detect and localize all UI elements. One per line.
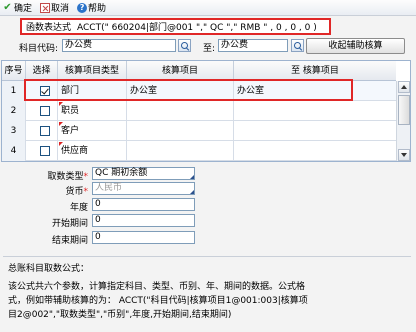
- scroll-down-icon[interactable]: [398, 149, 410, 161]
- table-row[interactable]: 4 供应商: [2, 141, 396, 161]
- row-no: 4: [2, 141, 26, 161]
- row-type: 职员: [58, 101, 127, 121]
- fetch-type-input[interactable]: QC 期初余额: [92, 167, 195, 180]
- header-no: 序号: [2, 61, 26, 81]
- currency-label: 货币*: [65, 187, 88, 197]
- grid-header: 序号 选择 核算项目类型 核算项目 至 核算项目: [2, 61, 396, 81]
- row-item[interactable]: 办公室: [127, 81, 234, 101]
- subject-code-row: 科目代码: 办公费 至: 办公费 收起辅助核算: [0, 37, 416, 55]
- grid-scrollbar[interactable]: [396, 81, 410, 161]
- formula-label: 函数表达式: [26, 23, 72, 33]
- table-row[interactable]: 1 部门 办公室 办公室: [2, 81, 396, 101]
- end-period-label: 结束期间: [51, 236, 88, 246]
- year-label: 年度: [69, 203, 88, 213]
- start-period-label: 开始期间: [51, 219, 88, 229]
- divider: [3, 256, 411, 257]
- currency-input[interactable]: 人民币: [92, 182, 195, 195]
- end-period-input[interactable]: 0: [92, 231, 195, 244]
- auxiliary-items-grid: 序号 选择 核算项目类型 核算项目 至 核算项目 1 部门 办公室 办公室 2 …: [1, 60, 411, 162]
- subject-from-lookup-icon[interactable]: [178, 39, 191, 52]
- toolbar: ✔ 确定 取消 ? 帮助: [0, 0, 416, 16]
- checkmark-icon: ✔: [3, 2, 12, 13]
- row-type: 部门: [58, 81, 127, 101]
- help-label: 帮助: [88, 4, 107, 14]
- confirm-button[interactable]: ✔ 确定: [2, 1, 32, 15]
- row-item[interactable]: [127, 101, 234, 121]
- row-item[interactable]: [127, 141, 234, 161]
- row-checkbox[interactable]: [40, 126, 50, 136]
- row-to-item[interactable]: [234, 101, 396, 121]
- subject-to-lookup-icon[interactable]: [291, 39, 304, 52]
- row-type: 供应商: [58, 141, 127, 161]
- cancel-icon: [40, 2, 51, 13]
- subject-code-from-input[interactable]: 办公费: [62, 39, 176, 52]
- header-type: 核算项目类型: [58, 61, 127, 81]
- header-select: 选择: [26, 61, 58, 81]
- help-line-1: 该公式共六个参数，计算指定科目、类型、币别、年、期间的数据。公式格: [8, 282, 306, 292]
- scroll-thumb[interactable]: [398, 95, 410, 125]
- year-input[interactable]: 0: [92, 198, 195, 211]
- row-select-cell: [26, 121, 58, 141]
- row-checkbox[interactable]: [40, 146, 50, 156]
- cancel-label: 取消: [51, 4, 70, 14]
- row-select-cell: [26, 141, 58, 161]
- row-type: 客户: [58, 121, 127, 141]
- fetch-type-label: 取数类型*: [47, 172, 88, 182]
- confirm-label: 确定: [14, 4, 33, 14]
- cancel-button[interactable]: 取消: [40, 1, 69, 15]
- row-no: 2: [2, 101, 26, 121]
- scroll-up-icon[interactable]: [398, 81, 410, 93]
- help-icon: ?: [77, 2, 88, 13]
- help-title: 总账科目取数公式：: [8, 264, 90, 274]
- start-period-input[interactable]: 0: [92, 214, 195, 227]
- formula-expression-box: 函数表达式 ACCT(" 660204|部门@001 "," QC "," RM…: [20, 18, 331, 35]
- collapse-auxiliary-button[interactable]: 收起辅助核算: [306, 38, 405, 54]
- help-line-3: 目2@002","取数类型","币别",年度,开始期间,结束期间): [8, 310, 232, 320]
- row-checkbox[interactable]: [40, 86, 50, 96]
- header-to-item: 至 核算项目: [291, 66, 339, 76]
- table-row[interactable]: 2 职员: [2, 101, 396, 121]
- table-row[interactable]: 3 客户: [2, 121, 396, 141]
- row-to-item[interactable]: [234, 121, 396, 141]
- subject-code-to-input[interactable]: 办公费: [218, 39, 288, 52]
- row-select-cell: [26, 81, 58, 101]
- help-line-2: 式，例如带辅助核算的为： ACCT("科目代码|核算项目1@001:003|核算…: [8, 296, 308, 306]
- row-no: 3: [2, 121, 26, 141]
- row-to-item[interactable]: [234, 141, 396, 161]
- formula-expression: ACCT(" 660204|部门@001 "," QC "," RMB " , …: [77, 23, 317, 33]
- row-checkbox[interactable]: [40, 106, 50, 116]
- help-button[interactable]: ? 帮助: [77, 1, 106, 15]
- row-no: 1: [2, 81, 26, 101]
- subject-code-label: 科目代码:: [19, 44, 59, 54]
- header-item: 核算项目: [127, 61, 234, 81]
- row-to-item[interactable]: 办公室: [234, 81, 396, 101]
- row-select-cell: [26, 101, 58, 121]
- row-item[interactable]: [127, 121, 234, 141]
- subject-to-label: 至:: [203, 44, 216, 54]
